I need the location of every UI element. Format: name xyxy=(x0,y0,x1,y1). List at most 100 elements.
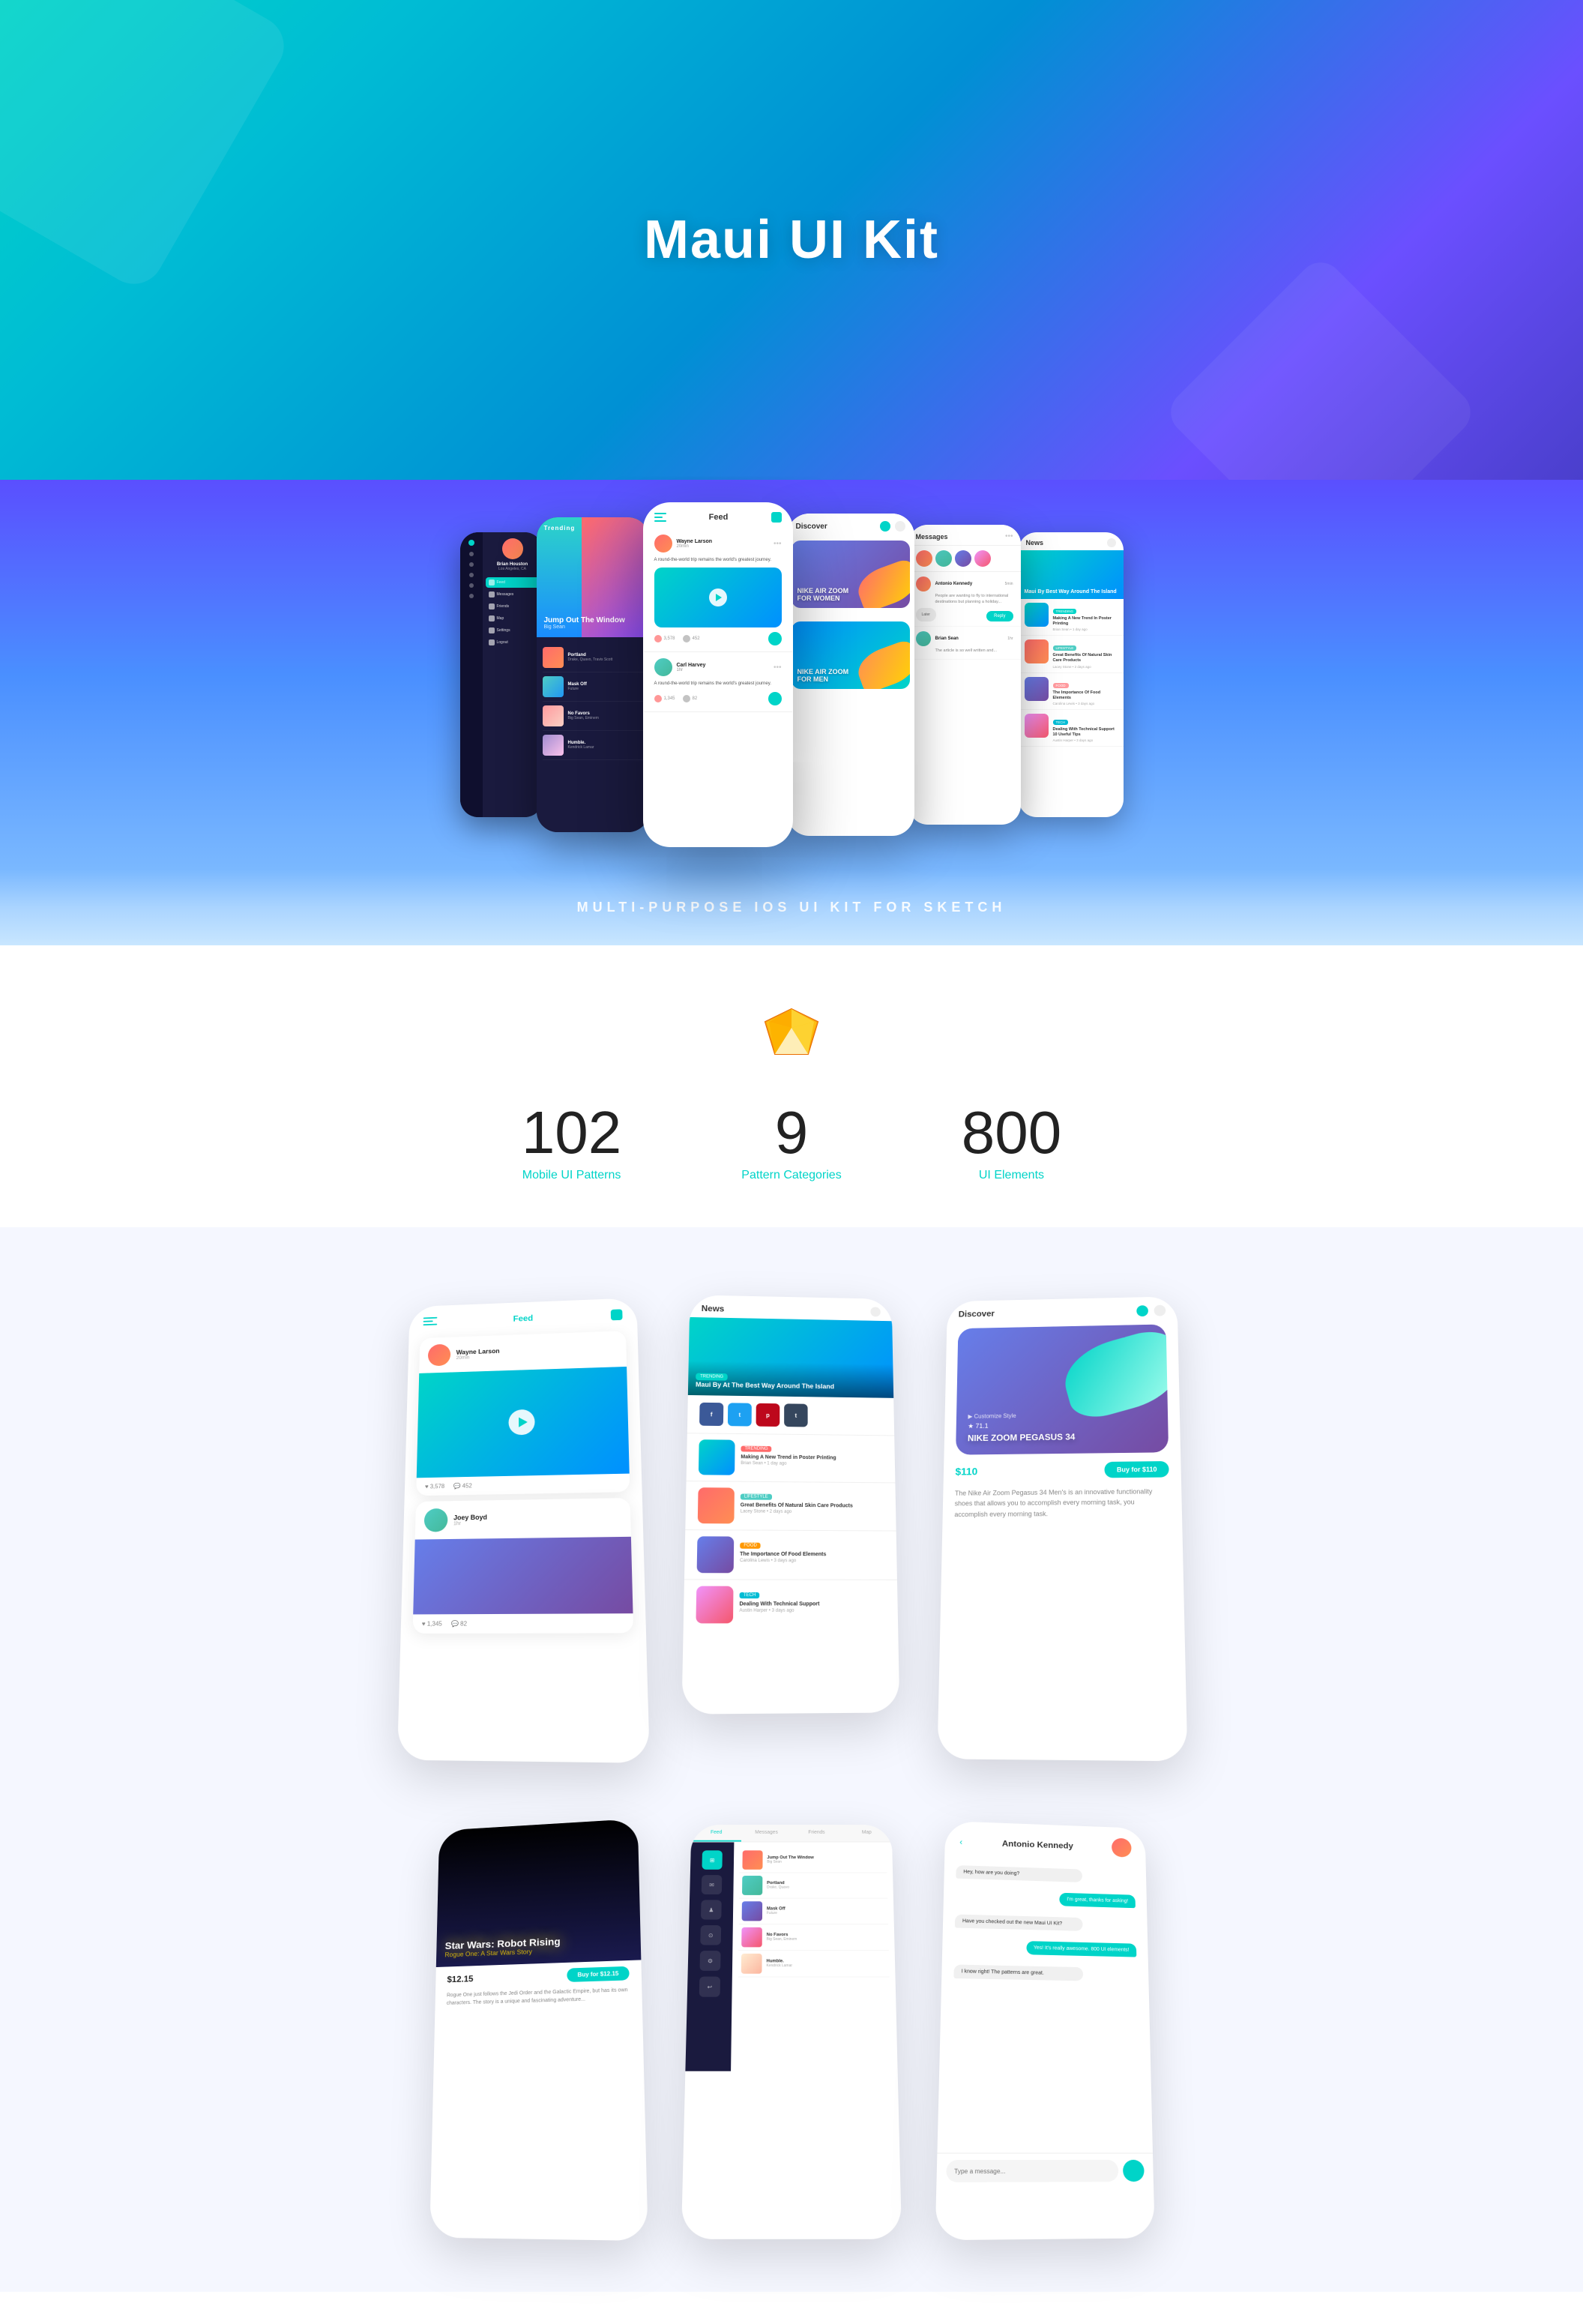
more-options-icon[interactable]: ••• xyxy=(1005,532,1013,541)
later-button[interactable]: Later xyxy=(916,608,936,621)
phone-3d-discover: Discover ▶ Customize Style ★ 71.1 NIKE Z… xyxy=(937,1296,1187,1761)
list-item-info: No Favors Big Sean, Eminem xyxy=(767,1933,797,1941)
news-item[interactable]: FOOD The Importance Of Food Elements Car… xyxy=(1019,673,1124,710)
avatar[interactable] xyxy=(974,550,991,567)
news-item[interactable]: LIFESTYLE Great Benefits Of Natural Skin… xyxy=(685,1481,896,1530)
edit-icon[interactable] xyxy=(611,1309,623,1320)
back-icon[interactable]: ‹ xyxy=(959,1837,962,1847)
avatar xyxy=(654,535,672,553)
sidebar-icon-map[interactable]: ⊙ xyxy=(700,1925,721,1945)
sidebar-icon-friends[interactable]: ♟ xyxy=(701,1900,722,1919)
sidebar-item-friends[interactable]: Friends xyxy=(486,601,540,612)
list-item[interactable]: Mask Off Future xyxy=(739,1899,888,1925)
sidebar-icon-feed[interactable]: ⊞ xyxy=(702,1850,722,1870)
feed-title: Feed xyxy=(513,1313,534,1324)
stat-ui-elements: 800 UI Elements xyxy=(962,1103,1061,1182)
tumblr-share-button[interactable]: t xyxy=(784,1403,808,1427)
sidebar-label: Feed xyxy=(497,580,505,585)
list-item[interactable]: Portland Drake, Quavo xyxy=(739,1873,887,1898)
sidebar-item-settings[interactable]: Settings xyxy=(486,625,540,636)
news-header: News xyxy=(1019,532,1124,550)
feed-post: Carl Harvey 1hr ••• A round-the-world tr… xyxy=(644,652,792,711)
more-options-icon[interactable]: ••• xyxy=(774,540,782,548)
cart-icon[interactable] xyxy=(880,521,890,532)
product-card[interactable]: NIKE AIR ZOOMFOR MEN xyxy=(792,621,910,689)
play-button[interactable] xyxy=(709,588,727,606)
avatar[interactable] xyxy=(935,550,952,567)
sidebar-item-feed[interactable]: Feed xyxy=(486,577,540,588)
list-item[interactable]: No Favors Big Sean, Eminem xyxy=(738,1924,889,1951)
menu-icon[interactable] xyxy=(423,1317,437,1327)
feed-post-card[interactable]: Joey Boyd 1hr ♥ 1,345 💬 82 xyxy=(413,1498,634,1634)
hero-section: Maui UI Kit xyxy=(0,0,1583,480)
sidebar-item-messages[interactable]: Messages xyxy=(486,589,540,600)
sidebar-icon-settings[interactable]: ⚙ xyxy=(699,1951,720,1971)
news-item-title: Dealing With Technical Support xyxy=(739,1601,819,1607)
list-item[interactable]: No Favors Big Sean, Eminem xyxy=(543,702,643,731)
news-item-meta: Austin Harper • 3 days ago xyxy=(1053,738,1118,742)
news-content: FOOD The Importance Of Food Elements Car… xyxy=(1053,677,1118,705)
list-item[interactable]: Jump Out The Window Big Sean xyxy=(740,1848,887,1873)
facebook-share-button[interactable]: f xyxy=(699,1403,723,1426)
search-icon[interactable] xyxy=(1107,538,1116,547)
search-icon[interactable] xyxy=(870,1307,881,1316)
news-item[interactable]: TECH Dealing With Technical Support 10 U… xyxy=(1019,710,1124,747)
news-item[interactable]: FOOD The Importance Of Food Elements Car… xyxy=(684,1529,897,1580)
avatar[interactable] xyxy=(916,550,932,567)
news-tag: TRENDING xyxy=(1053,609,1077,614)
avatar[interactable] xyxy=(955,550,971,567)
share-button[interactable] xyxy=(768,632,782,645)
search-icon[interactable] xyxy=(1154,1305,1166,1316)
discover-phone: Discover NIKE AIR ZOOMFOR WOMEN NIKE AIR… xyxy=(787,514,914,836)
sidebar-icon-messages[interactable]: ✉ xyxy=(702,1875,723,1894)
sidebar-item-map[interactable]: Map xyxy=(486,613,540,624)
message-user-row: Brian Sean 1hr xyxy=(916,631,1013,646)
main-header: Feed xyxy=(644,503,792,529)
list-item-info: Humble. Kendrick Lamar xyxy=(766,1960,792,1968)
product-card[interactable]: NIKE AIR ZOOMFOR WOMEN xyxy=(792,541,910,608)
nav-item-feed[interactable]: Feed xyxy=(691,1825,741,1841)
nav-item-messages[interactable]: Messages xyxy=(741,1825,792,1841)
news-content: TECH Dealing With Technical Support Aust… xyxy=(739,1586,819,1624)
news-item[interactable]: TRENDING Making A New Trend In Poster Pr… xyxy=(1019,599,1124,636)
message-item[interactable]: Antonio Kennedy 5min People are wanting … xyxy=(908,572,1021,627)
news-item-title: Dealing With Technical Support 10 Useful… xyxy=(1053,727,1118,738)
discover-actions xyxy=(880,521,905,532)
nav-item-friends[interactable]: Friends xyxy=(792,1825,842,1841)
sidebar-icon-logout[interactable]: ↩ xyxy=(699,1977,720,1997)
news-grid-phone: News TRENDING Maui By At The Best Way Ar… xyxy=(687,1287,896,1707)
list-item[interactable]: Portland Drake, Quavo, Travis Scott xyxy=(543,643,643,672)
list-item[interactable]: Humble. Kendrick Lamar xyxy=(738,1951,890,1977)
cart-icon[interactable] xyxy=(1136,1305,1148,1316)
menu-icon[interactable] xyxy=(654,513,666,522)
more-options-icon[interactable]: ••• xyxy=(774,663,782,672)
sidebar-item-logout[interactable]: Logout xyxy=(486,637,540,648)
sidebar-layout: ⊞ ✉ ♟ ⊙ ⚙ ↩ Jump Out The Window Big Sean xyxy=(685,1842,897,2071)
feed-post-card[interactable]: Wayne Larson 20min ♥ 3,578 💬 452 xyxy=(416,1331,630,1496)
send-button[interactable] xyxy=(1123,2160,1145,2182)
edit-icon[interactable] xyxy=(771,512,782,523)
twitter-share-button[interactable]: t xyxy=(728,1403,752,1426)
share-button[interactable] xyxy=(768,692,782,705)
play-button[interactable] xyxy=(508,1409,534,1436)
sidebar-label: Map xyxy=(497,616,504,621)
list-item-subtitle: Big Sean, Eminem xyxy=(767,1937,797,1942)
news-item[interactable]: LIFESTYLE Great Benefits Of Natural Skin… xyxy=(1019,636,1124,672)
feed-user-row: Wayne Larson 20min ••• xyxy=(654,535,782,553)
buy-button[interactable]: Buy for $12.15 xyxy=(567,1966,630,1982)
nav-item-map[interactable]: Map xyxy=(842,1825,892,1841)
message-input[interactable] xyxy=(946,2160,1118,2182)
news-item[interactable]: TECH Dealing With Technical Support Aust… xyxy=(684,1579,899,1629)
news-item[interactable]: TRENDING Making A New Trend in Poster Pr… xyxy=(687,1433,896,1482)
price-row: $110 Buy for $110 xyxy=(955,1461,1169,1479)
message-item[interactable]: Brian Sean 1hr The article is so well wr… xyxy=(908,627,1021,660)
product-card[interactable]: ▶ Customize Style ★ 71.1 NIKE ZOOM PEGAS… xyxy=(956,1324,1169,1454)
search-icon[interactable] xyxy=(895,521,905,532)
list-item[interactable]: Mask Off Future xyxy=(543,672,643,702)
username: Carl Harvey xyxy=(677,663,706,668)
buy-button[interactable]: Buy for $110 xyxy=(1105,1461,1169,1478)
list-item[interactable]: Humble. Kendrick Lamar xyxy=(543,731,643,760)
reply-button[interactable]: Reply xyxy=(986,611,1013,621)
pinterest-share-button[interactable]: p xyxy=(756,1403,780,1427)
artist-name: Big Sean xyxy=(544,624,642,630)
